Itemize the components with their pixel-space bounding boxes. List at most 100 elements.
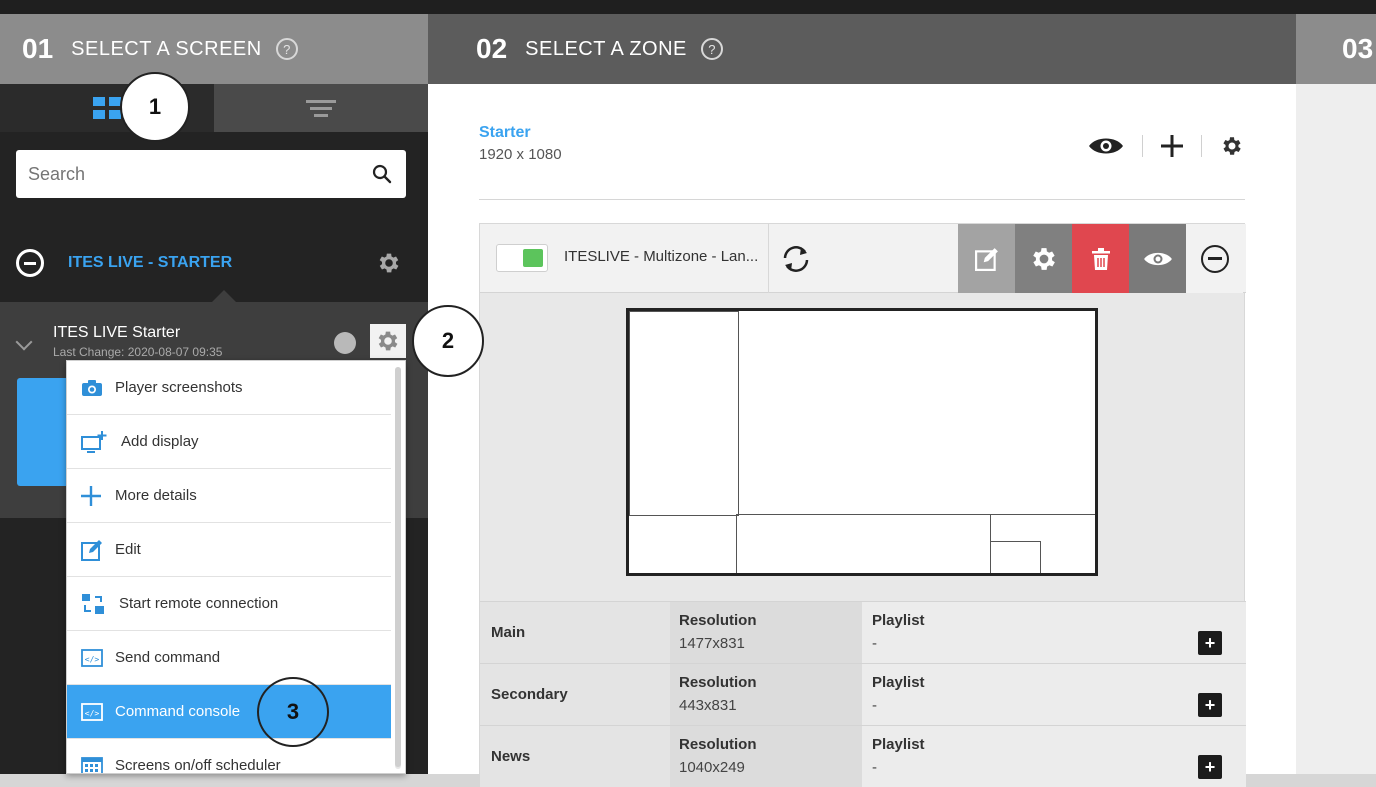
menu-item-edit[interactable]: Edit xyxy=(67,523,391,577)
zone-news[interactable] xyxy=(736,514,991,573)
view-tabs xyxy=(0,84,428,132)
screen-last-change: Last Change: 2020-08-07 09:35 xyxy=(53,345,223,359)
resolution-value: 1040x249 xyxy=(679,759,745,776)
remote-connection-icon xyxy=(81,593,115,615)
divider xyxy=(1201,135,1202,157)
menu-item-more-details[interactable]: More details xyxy=(67,469,391,523)
layout-name[interactable]: Starter xyxy=(479,124,531,142)
step-3-header: 03 xyxy=(1296,14,1376,84)
menu-item-player-screenshots[interactable]: Player screenshots xyxy=(67,361,391,415)
search-box xyxy=(16,150,406,198)
svg-text:</>: </> xyxy=(85,709,100,718)
group-title: ITES LIVE - STARTER xyxy=(68,254,233,271)
edit-icon xyxy=(974,247,998,271)
playlist-value: - xyxy=(872,697,877,714)
table-row[interactable]: Secondary Resolution 443x831 Playlist - … xyxy=(480,663,1246,725)
menu-item-add-display[interactable]: Add display xyxy=(67,415,391,469)
collapse-layout-button[interactable] xyxy=(1186,224,1243,293)
resolution-value: 443x831 xyxy=(679,697,737,714)
add-playlist-button[interactable]: + xyxy=(1198,693,1222,717)
zone-layout-title: ITESLIVE - Multizone - Lan... xyxy=(564,248,759,265)
table-row[interactable]: Main Resolution 1477x831 Playlist - + xyxy=(480,601,1246,663)
step-3-panel xyxy=(1296,84,1376,774)
eye-icon[interactable] xyxy=(1088,135,1124,157)
zone-list: Main Resolution 1477x831 Playlist - + Se… xyxy=(480,601,1246,787)
filter-icon xyxy=(306,96,336,121)
table-row[interactable]: News Resolution 1040x249 Playlist - + xyxy=(480,725,1246,787)
preview-layout-button[interactable] xyxy=(1129,224,1186,293)
zone-playlist-cell: Playlist - xyxy=(862,602,1246,663)
callout-2: 2 xyxy=(412,305,484,377)
playlist-value: - xyxy=(872,635,877,652)
resolution-value: 1477x831 xyxy=(679,635,745,652)
edit-layout-button[interactable] xyxy=(958,224,1015,293)
collapse-icon[interactable] xyxy=(16,249,44,277)
code-icon: </> xyxy=(81,648,111,667)
group-caret xyxy=(212,290,236,302)
menu-item-start-remote-connection[interactable]: Start remote connection xyxy=(67,577,391,631)
zone-playlist-cell: Playlist - xyxy=(862,726,1246,787)
callout-1: 1 xyxy=(120,72,190,142)
layout-actions xyxy=(1088,134,1244,158)
divider xyxy=(479,199,1245,200)
search-input[interactable] xyxy=(28,163,372,185)
zone-secondary[interactable] xyxy=(629,311,739,516)
step-2-title: SELECT A ZONE xyxy=(525,37,687,60)
menu-item-send-command[interactable]: </> Send command xyxy=(67,631,391,685)
chevron-down-icon[interactable] xyxy=(15,333,33,351)
active-toggle[interactable] xyxy=(496,244,548,272)
plus-icon[interactable] xyxy=(1161,135,1183,157)
delete-layout-button[interactable] xyxy=(1072,224,1129,293)
zone-layout-toolbar: ITESLIVE - Multizone - Lan... xyxy=(480,224,1246,293)
zone-resolution-cell: Resolution 1477x831 xyxy=(670,602,862,663)
search-icon[interactable] xyxy=(372,164,392,184)
help-icon[interactable]: ? xyxy=(700,38,723,60)
eye-icon xyxy=(1143,252,1172,265)
menu-scrollbar[interactable] xyxy=(395,367,401,769)
callout-3: 3 xyxy=(257,677,329,747)
collapse-icon xyxy=(1200,244,1229,273)
zone-resolution-cell: Resolution 443x831 xyxy=(670,664,862,725)
code-icon: </> xyxy=(81,702,111,721)
screen-name: ITES LIVE Starter xyxy=(53,324,181,341)
help-icon[interactable]: ? xyxy=(275,38,298,60)
add-playlist-button[interactable]: + xyxy=(1198,631,1222,655)
refresh-icon[interactable] xyxy=(780,244,812,274)
gear-icon[interactable] xyxy=(1220,134,1244,158)
calendar-icon xyxy=(81,756,111,773)
playlist-label: Playlist xyxy=(872,612,925,629)
add-playlist-button[interactable]: + xyxy=(1198,755,1222,779)
camera-icon xyxy=(81,379,111,397)
playlist-label: Playlist xyxy=(872,674,925,691)
zone-main[interactable] xyxy=(738,311,1095,515)
tab-filter-view[interactable] xyxy=(214,84,428,132)
zone-name: Secondary xyxy=(480,664,670,725)
resolution-label: Resolution xyxy=(679,736,757,753)
svg-text:</>: </> xyxy=(85,655,100,664)
menu-item-label: Start remote connection xyxy=(119,595,279,612)
divider xyxy=(1142,135,1143,157)
zone-footer-left[interactable] xyxy=(629,515,737,573)
step-1-title: SELECT A SCREEN xyxy=(71,37,262,60)
screen-settings-button[interactable] xyxy=(370,324,406,358)
layout-resolution: 1920 x 1080 xyxy=(479,146,562,163)
menu-item-label: Edit xyxy=(115,541,141,558)
add-display-icon xyxy=(81,430,117,454)
playlist-value: - xyxy=(872,759,877,776)
step-1-number: 01 xyxy=(22,33,54,64)
grid-icon xyxy=(93,97,121,119)
edit-icon xyxy=(81,539,111,561)
menu-item-label: Command console xyxy=(115,703,241,720)
zone-playlist-cell: Playlist - xyxy=(862,664,1246,725)
zone-small[interactable] xyxy=(990,541,1041,573)
step-1-header: 01 SELECT A SCREEN ? xyxy=(0,14,428,84)
gear-icon[interactable] xyxy=(376,250,402,276)
divider xyxy=(768,224,769,293)
menu-item-screens-scheduler[interactable]: Screens on/off scheduler xyxy=(67,739,391,773)
menu-item-command-console[interactable]: </> Command console xyxy=(67,685,391,739)
menu-item-label: Send command xyxy=(115,649,221,666)
layout-settings-button[interactable] xyxy=(1015,224,1072,293)
resolution-label: Resolution xyxy=(679,674,757,691)
screen-actions-menu: Player screenshots Add display More deta… xyxy=(66,360,406,774)
playlist-label: Playlist xyxy=(872,736,925,753)
